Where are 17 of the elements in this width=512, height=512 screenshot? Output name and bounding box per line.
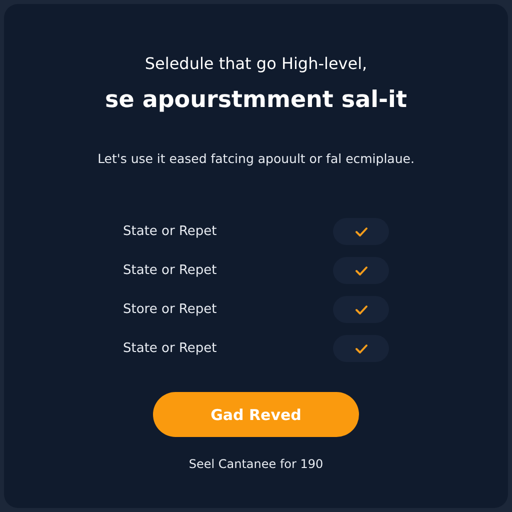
footer-text: Seel Cantanee for 190 [188, 457, 324, 471]
check-icon [354, 344, 368, 354]
option-label: Store or Repet [123, 302, 217, 317]
subtitle: Let's use it eased fatcing apouult or fal ecmiplaue. [98, 151, 414, 166]
option-label: State or Repet [123, 341, 217, 356]
check-icon [354, 226, 368, 236]
option-label: State or Repet [123, 224, 217, 239]
title: se apourstmment sal-it [105, 87, 407, 113]
option-label: State or Repet [123, 263, 217, 278]
heading: Seledule that go High-level, [144, 54, 368, 73]
check-toggle[interactable] [333, 257, 389, 284]
check-toggle[interactable] [333, 218, 389, 245]
check-icon [354, 304, 368, 314]
check-toggle[interactable] [333, 335, 389, 362]
check-icon [354, 266, 368, 276]
primary-button[interactable]: Gad Reved [153, 392, 359, 437]
check-toggle[interactable] [333, 296, 389, 323]
